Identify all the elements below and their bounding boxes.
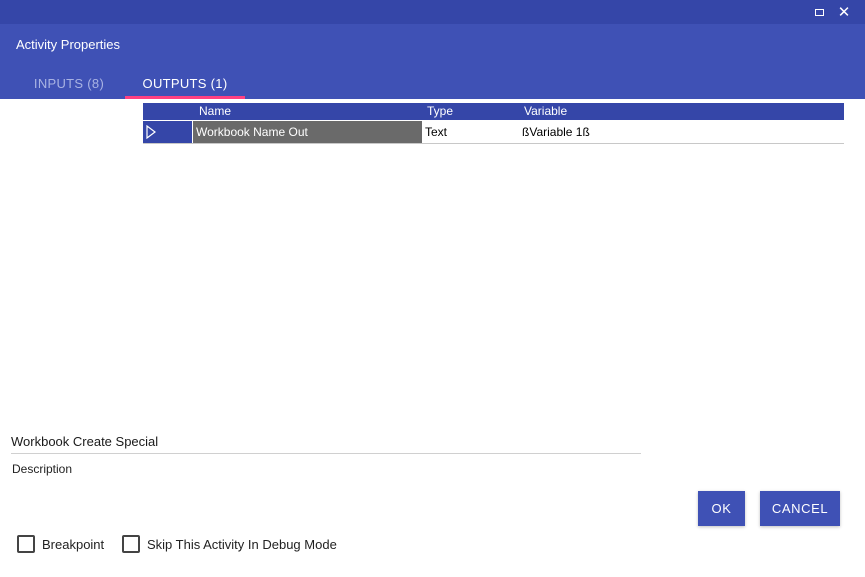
tab-outputs[interactable]: OUTPUTS (1)	[125, 72, 245, 94]
row-pointer-icon	[146, 125, 156, 139]
dialog-title: Activity Properties	[16, 37, 121, 52]
breakpoint-label: Breakpoint	[42, 536, 105, 552]
skip-debug-checkbox[interactable]	[122, 535, 140, 553]
column-header-type[interactable]: Type	[427, 104, 453, 118]
maximize-icon	[814, 8, 824, 16]
cell-variable[interactable]: ßVariable 1ß	[519, 121, 844, 143]
close-button[interactable]: ✕	[834, 2, 854, 22]
ok-button[interactable]: OK	[698, 491, 745, 526]
cell-type[interactable]: Text	[422, 121, 519, 143]
description-label[interactable]: Description	[12, 462, 72, 476]
skip-debug-option[interactable]: Skip This Activity In Debug Mode	[122, 535, 337, 553]
breakpoint-option[interactable]: Breakpoint	[17, 535, 104, 553]
tab-inputs[interactable]: INPUTS (8)	[18, 72, 120, 94]
maximize-button[interactable]	[809, 2, 829, 22]
breakpoint-checkbox[interactable]	[17, 535, 35, 553]
table-row[interactable]: Workbook Name Out Text ßVariable 1ß	[143, 121, 844, 144]
outputs-grid: Name Type Variable Workbook Name Out Tex…	[143, 103, 844, 144]
column-header-name[interactable]: Name	[199, 104, 231, 118]
row-selector[interactable]	[143, 121, 192, 143]
cell-name[interactable]: Workbook Name Out	[193, 121, 422, 143]
close-icon: ✕	[837, 3, 851, 21]
grid-header: Name Type Variable	[143, 103, 844, 120]
activity-name-field[interactable]: Workbook Create Special	[11, 433, 641, 454]
dialog-header: Activity Properties INPUTS (8) OUTPUTS (…	[0, 24, 865, 99]
cancel-button[interactable]: CANCEL	[760, 491, 840, 526]
window-titlebar: ✕	[0, 0, 865, 24]
active-tab-indicator	[125, 96, 245, 99]
skip-debug-label: Skip This Activity In Debug Mode	[147, 536, 337, 552]
column-header-variable[interactable]: Variable	[524, 104, 567, 118]
